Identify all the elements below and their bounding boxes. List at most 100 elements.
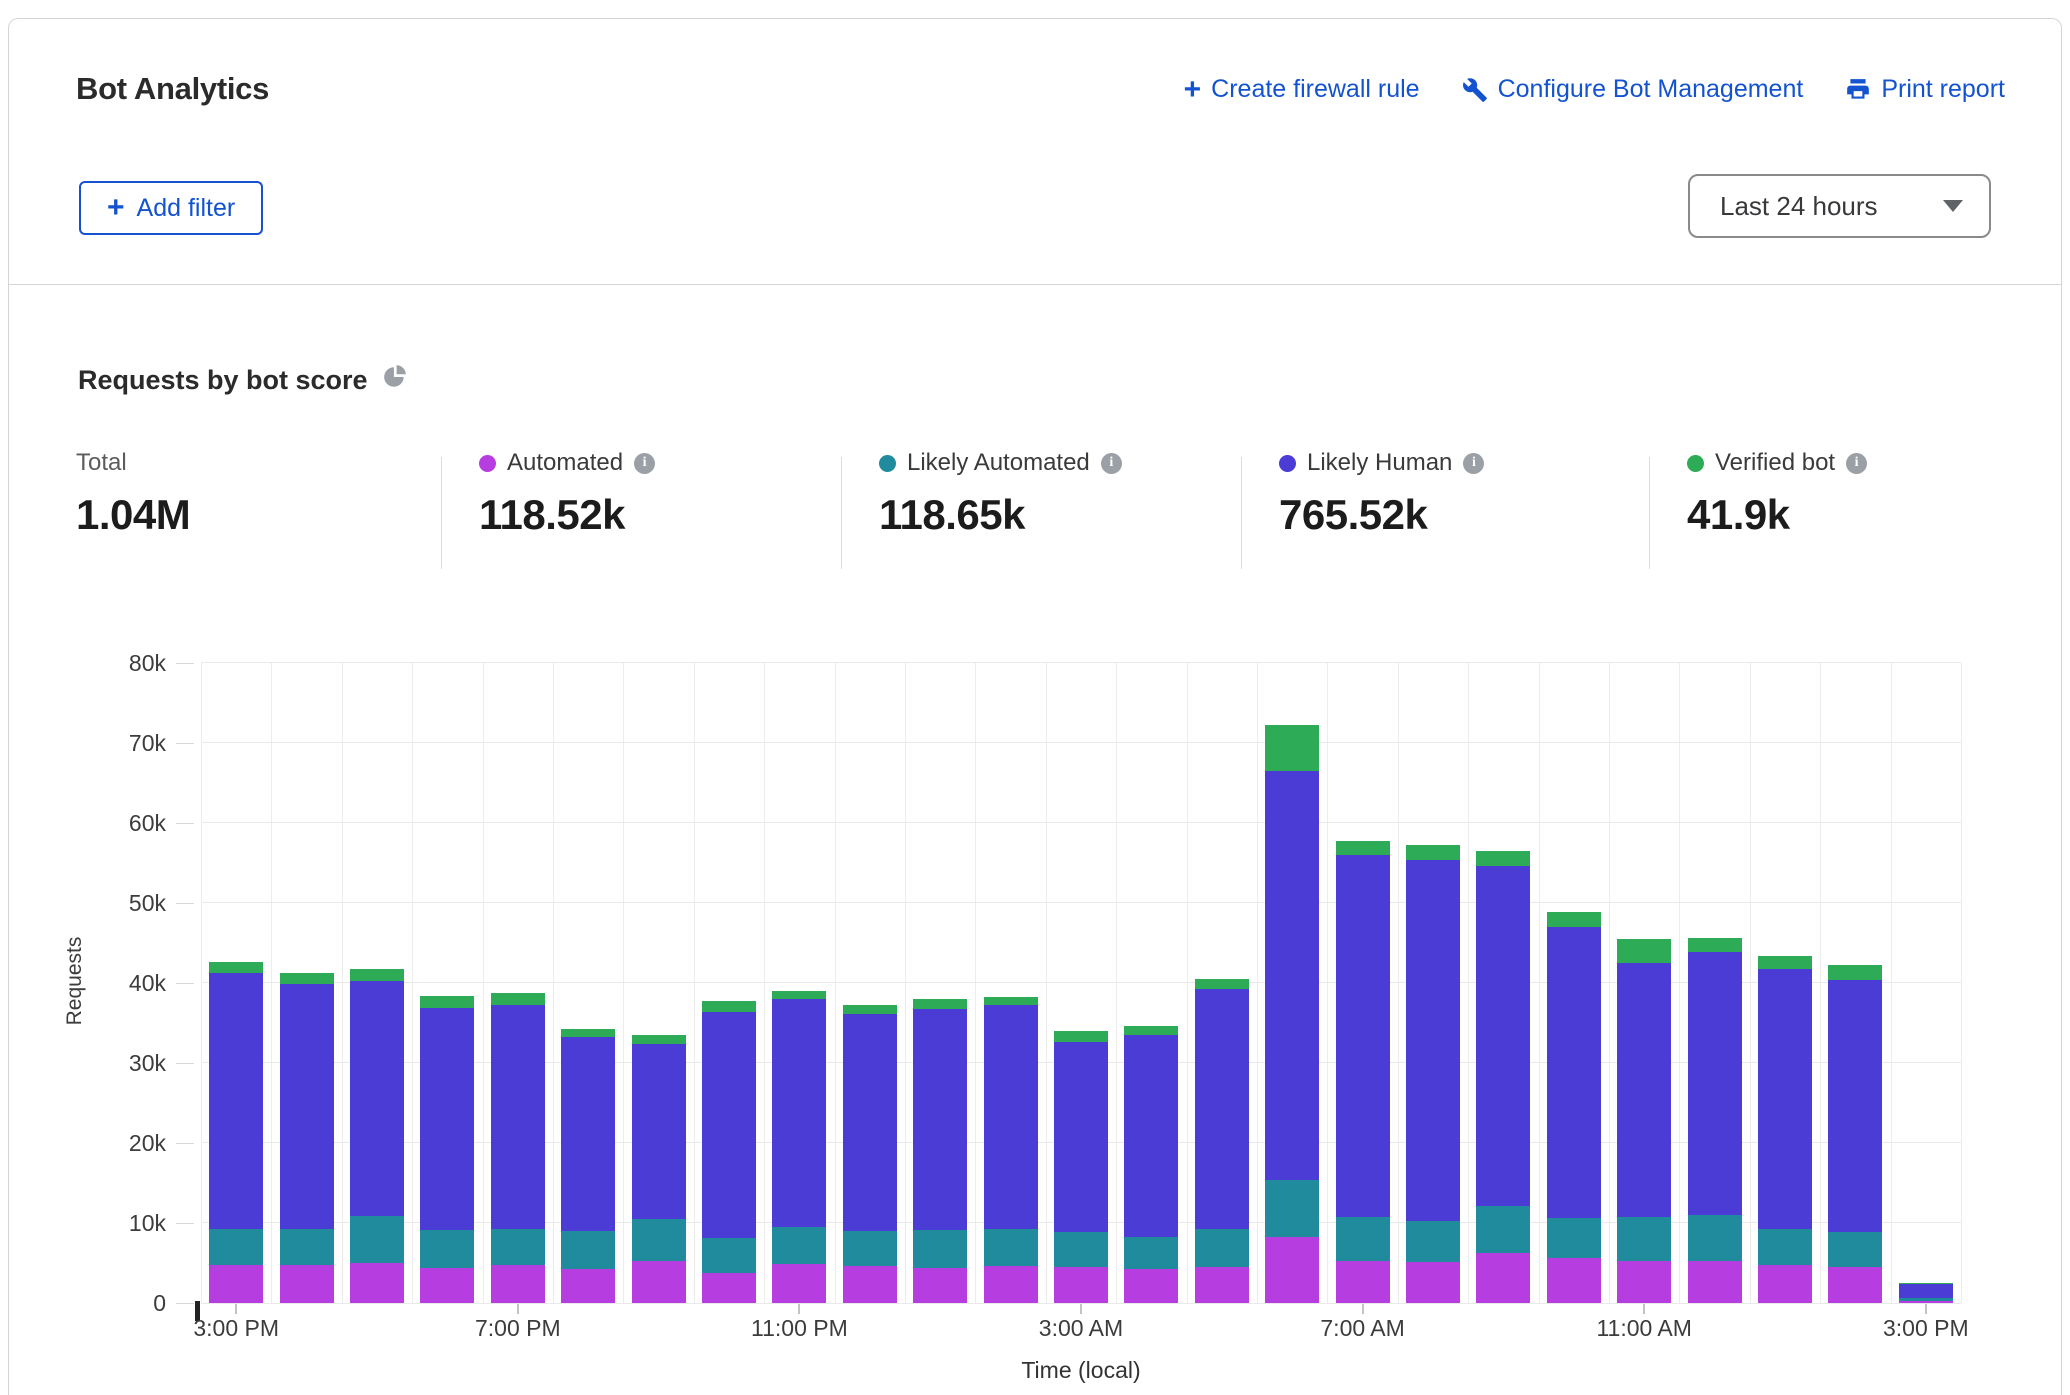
y-tick-mark xyxy=(176,1143,194,1144)
y-gridline xyxy=(201,662,1961,663)
bar-stack[interactable] xyxy=(350,969,404,1303)
print-report-link[interactable]: Print report xyxy=(1845,75,2005,104)
bar-segment-likely-human xyxy=(280,984,334,1229)
bar-segment-likely-automated xyxy=(913,1230,967,1268)
bar-segment-automated xyxy=(1336,1261,1390,1303)
bar-stack[interactable] xyxy=(1195,979,1249,1303)
bar-slot-3:00 PM xyxy=(1891,1283,1961,1303)
print-report-label: Print report xyxy=(1881,75,2005,104)
bar-segment-likely-human xyxy=(1758,969,1812,1229)
stat-automated[interactable]: Automated i 118.52k xyxy=(479,449,655,539)
bar-slot-2:00 PM xyxy=(1820,965,1890,1303)
bar-stack[interactable] xyxy=(1265,725,1319,1303)
bar-segment-verified-bot xyxy=(1617,939,1671,963)
bar-stack[interactable] xyxy=(1336,841,1390,1303)
stat-verified-bot[interactable]: Verified bot i 41.9k xyxy=(1687,449,1867,539)
bar-stack[interactable] xyxy=(280,973,334,1303)
bar-segment-likely-human xyxy=(1054,1042,1108,1232)
bar-slot-5:00 AM xyxy=(1187,979,1257,1303)
bar-segment-verified-bot xyxy=(1265,725,1319,771)
info-icon[interactable]: i xyxy=(1463,453,1484,474)
bar-stack[interactable] xyxy=(1758,956,1812,1303)
bar-slot-12:00 AM xyxy=(835,1005,905,1303)
bar-segment-verified-bot xyxy=(1406,845,1460,859)
bar-stack[interactable] xyxy=(843,1005,897,1303)
add-filter-label: Add filter xyxy=(137,194,236,223)
bar-stack[interactable] xyxy=(702,1001,756,1303)
stat-likely-human[interactable]: Likely Human i 765.52k xyxy=(1279,449,1484,539)
y-tick-mark xyxy=(176,1063,194,1064)
x-tick-mark xyxy=(1362,1304,1364,1314)
y-tick-mark xyxy=(176,1303,194,1304)
bar-segment-automated xyxy=(1899,1301,1953,1303)
bar-slot-6:00 AM xyxy=(1257,725,1327,1303)
time-range-select[interactable]: Last 24 hours xyxy=(1688,174,1991,238)
bot-analytics-card: Bot Analytics + Create firewall rule Con… xyxy=(8,18,2062,1395)
bar-segment-automated xyxy=(1828,1267,1882,1303)
bar-segment-likely-automated xyxy=(350,1216,404,1263)
bar-stack[interactable] xyxy=(209,962,263,1303)
bar-stack[interactable] xyxy=(1054,1031,1108,1303)
bar-segment-verified-bot xyxy=(1124,1026,1178,1035)
y-gridline xyxy=(201,822,1961,823)
stat-total-value: 1.04M xyxy=(76,491,190,539)
bar-segment-automated xyxy=(1476,1253,1530,1303)
bar-segment-likely-human xyxy=(1336,855,1390,1217)
bar-segment-automated xyxy=(1195,1267,1249,1303)
bar-slot-3:00 PM xyxy=(201,962,271,1303)
bar-segment-automated xyxy=(1547,1258,1601,1303)
bar-segment-verified-bot xyxy=(632,1035,686,1044)
bar-stack[interactable] xyxy=(1688,938,1742,1303)
bar-stack[interactable] xyxy=(1899,1283,1953,1303)
bar-segment-likely-human xyxy=(913,1009,967,1230)
bar-segment-likely-human xyxy=(1476,866,1530,1206)
bar-stack[interactable] xyxy=(1476,851,1530,1303)
bar-stack[interactable] xyxy=(1124,1026,1178,1303)
bar-segment-automated xyxy=(843,1266,897,1303)
bar-segment-likely-human xyxy=(1899,1284,1953,1298)
bar-segment-likely-automated xyxy=(1406,1221,1460,1263)
bar-stack[interactable] xyxy=(491,993,545,1303)
bar-stack[interactable] xyxy=(1406,845,1460,1303)
info-icon[interactable]: i xyxy=(1846,453,1867,474)
bar-stack[interactable] xyxy=(420,996,474,1303)
configure-bot-management-link[interactable]: Configure Bot Management xyxy=(1462,75,1804,104)
info-icon[interactable]: i xyxy=(634,453,655,474)
bar-segment-verified-bot xyxy=(350,969,404,981)
stat-likely-human-value: 765.52k xyxy=(1279,491,1484,539)
stat-automated-value: 118.52k xyxy=(479,491,655,539)
create-firewall-rule-link[interactable]: + Create firewall rule xyxy=(1184,75,1420,104)
add-filter-button[interactable]: + Add filter xyxy=(79,181,263,235)
bar-stack[interactable] xyxy=(1828,965,1882,1303)
bar-segment-likely-human xyxy=(702,1012,756,1238)
bar-stack[interactable] xyxy=(913,999,967,1303)
stat-total: Total 1.04M xyxy=(76,449,190,539)
bar-slot-1:00 AM xyxy=(905,999,975,1303)
y-tick-mark xyxy=(176,743,194,744)
printer-icon xyxy=(1845,77,1871,103)
bar-segment-verified-bot xyxy=(913,999,967,1009)
x-tick-mark xyxy=(517,1304,519,1314)
plus-icon: + xyxy=(107,195,125,221)
stat-likely-automated[interactable]: Likely Automated i 118.65k xyxy=(879,449,1122,539)
bar-segment-verified-bot xyxy=(702,1001,756,1011)
bar-segment-likely-human xyxy=(1688,952,1742,1215)
bar-stack[interactable] xyxy=(561,1029,615,1303)
bar-stack[interactable] xyxy=(1547,912,1601,1303)
automated-legend-dot xyxy=(479,455,496,472)
info-icon[interactable]: i xyxy=(1101,453,1122,474)
bar-slot-1:00 PM xyxy=(1750,956,1820,1303)
bar-segment-automated xyxy=(1758,1265,1812,1303)
bar-segment-automated xyxy=(913,1268,967,1303)
stat-verified-bot-value: 41.9k xyxy=(1687,491,1867,539)
bar-segment-automated xyxy=(1124,1269,1178,1303)
bar-stack[interactable] xyxy=(984,997,1038,1303)
bar-stack[interactable] xyxy=(632,1035,686,1303)
likely-automated-legend-dot xyxy=(879,455,896,472)
bar-slot-9:00 PM xyxy=(623,1035,693,1303)
bar-segment-automated xyxy=(491,1265,545,1303)
x-tick-label: 3:00 AM xyxy=(1001,1315,1161,1342)
bar-stack[interactable] xyxy=(772,991,826,1303)
bar-stack[interactable] xyxy=(1617,939,1671,1303)
y-gridline xyxy=(201,902,1961,903)
